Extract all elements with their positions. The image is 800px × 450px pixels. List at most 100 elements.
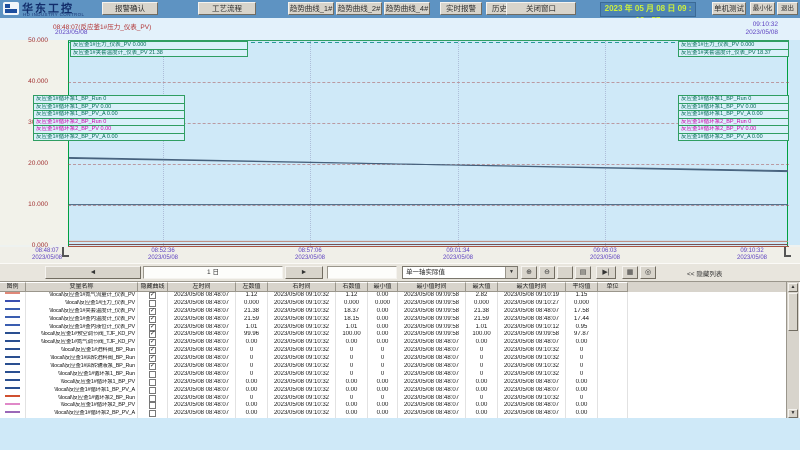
- cell-rv: 0.000: [336, 300, 368, 308]
- hide-curve-checkbox[interactable]: ✓: [149, 324, 156, 331]
- alarm-ack-button[interactable]: 报警确认: [102, 2, 158, 15]
- right-cursor-date: 2023/05/08: [745, 29, 778, 36]
- cell-mint: 2023/05/08 09:09:58: [398, 292, 466, 300]
- settings-button[interactable]: ◎: [640, 266, 656, 279]
- column-header[interactable]: 平均值: [566, 282, 598, 292]
- curve-color-swatch: [5, 371, 20, 373]
- table-row[interactable]: \\local\反应釜1#回转辅液泵_BP_Run✓2023/05/08 08:…: [0, 363, 786, 371]
- cell-mint: 2023/05/08 08:48:07: [398, 371, 466, 379]
- hide-curve-checkbox[interactable]: ✓: [149, 316, 156, 323]
- secondary-track[interactable]: [327, 266, 397, 279]
- print-button[interactable]: ▤: [575, 266, 591, 279]
- hide-curve-checkbox[interactable]: ✓: [149, 363, 156, 370]
- scrollbar-thumb[interactable]: [788, 293, 798, 331]
- variable-name-cell: \\local\反应釜1#回转辅液泵_BP_Run: [26, 363, 138, 371]
- cell-rt: 2023/05/08 09:10:32: [268, 379, 336, 387]
- table-row[interactable]: \\local\反应釜1#釜内液位计_仪表_PV✓2023/05/08 08:4…: [0, 324, 786, 332]
- column-header[interactable]: 左时间: [168, 282, 236, 292]
- hide-curve-checkbox[interactable]: [149, 300, 156, 307]
- hide-curve-checkbox[interactable]: [149, 387, 156, 394]
- hide-curve-checkbox[interactable]: [149, 410, 156, 417]
- standalone-test-button[interactable]: 单机测试: [712, 2, 746, 15]
- table-row[interactable]: \\local\反应釜1#循环泵2_BP_PV2023/05/08 08:48:…: [0, 402, 786, 410]
- column-header[interactable]: 图例: [0, 282, 26, 292]
- x-tick-date: 2023/05/08: [135, 255, 191, 262]
- table-row[interactable]: \\local\反应釜1#进料阀_BP_Run✓2023/05/08 08:48…: [0, 347, 786, 355]
- table-row[interactable]: \\local\反应釜1#氮气调节阀_TJF_KD_PV✓2023/05/08 …: [0, 339, 786, 347]
- hide-curve-cell: ✓: [138, 339, 168, 347]
- zoom-reset-button[interactable]: [557, 266, 573, 279]
- chevron-down-icon[interactable]: ▼: [505, 267, 517, 278]
- zoom-in-button[interactable]: ⊕: [521, 266, 537, 279]
- scroll-up-icon[interactable]: ▲: [788, 283, 798, 292]
- hide-curve-checkbox[interactable]: [149, 402, 156, 409]
- cell-min: 0.00: [368, 292, 398, 300]
- column-header[interactable]: 最小值时间: [398, 282, 466, 292]
- table-row[interactable]: \\local\反应釜1#预空调节阀_TJF_KD_PV✓2023/05/08 …: [0, 331, 786, 339]
- table-row[interactable]: \\local\反应釜1#压力_仪表_PV2023/05/08 08:48:07…: [0, 300, 786, 308]
- table-body: \\local\反应釜1#氮气流量计_仪表_PV✓2023/05/08 08:4…: [0, 292, 786, 418]
- cell-mint: 2023/05/08 09:09:58: [398, 316, 466, 324]
- hide-list-toggle[interactable]: << 隐藏列表: [687, 268, 722, 278]
- play-button[interactable]: ▶|: [596, 266, 616, 279]
- cell-min: 0.00: [368, 316, 398, 324]
- table-row[interactable]: \\local\反应釜1#循环泵1_BP_PV2023/05/08 08:48:…: [0, 379, 786, 387]
- column-header[interactable]: 单位: [598, 282, 628, 292]
- cell-lt: 2023/05/08 08:48:07: [168, 331, 236, 339]
- trend-curve-1-button[interactable]: 趋势曲线_1#: [288, 2, 334, 15]
- scroll-right-button[interactable]: ►: [285, 266, 323, 279]
- x-tick-time: 09:06:03: [577, 248, 633, 255]
- hide-curve-cell: ✓: [138, 324, 168, 332]
- minimize-button[interactable]: 最小化: [750, 2, 775, 15]
- legend-swatch-cell: [0, 387, 26, 395]
- hide-curve-checkbox[interactable]: [149, 395, 156, 402]
- cell-maxt: 2023/05/08 09:10:32: [498, 371, 566, 379]
- table-row[interactable]: \\local\反应釜1#循环泵2_BP_Run2023/05/08 08:48…: [0, 395, 786, 403]
- x-axis-tick-label: 09:10:322023/05/08: [724, 248, 780, 262]
- column-header[interactable]: 变量名称: [26, 282, 138, 292]
- curve-color-swatch: [5, 332, 20, 334]
- axis-mode-dropdown[interactable]: 单一轴实际值 ▼: [402, 266, 518, 279]
- cell-min: 0: [368, 395, 398, 403]
- time-span-scrollbar[interactable]: 1 日: [143, 266, 283, 279]
- table-row[interactable]: \\local\反应釜1#循环泵1_BP_Run2023/05/08 08:48…: [0, 371, 786, 379]
- table-vertical-scrollbar[interactable]: ▲ ▼: [786, 282, 799, 419]
- column-header[interactable]: 最大值: [466, 282, 498, 292]
- scroll-left-button[interactable]: ◄: [45, 266, 141, 279]
- column-header[interactable]: 左数值: [236, 282, 268, 292]
- column-header[interactable]: 最大值时间: [498, 282, 566, 292]
- table-row[interactable]: \\local\反应釜1#夹套温度计_仪表_PV✓2023/05/08 08:4…: [0, 308, 786, 316]
- column-header[interactable]: 最小值: [368, 282, 398, 292]
- hide-curve-checkbox[interactable]: ✓: [149, 347, 156, 354]
- legend-swatch-cell: [0, 316, 26, 324]
- hide-curve-checkbox[interactable]: ✓: [149, 331, 156, 338]
- table-row[interactable]: \\local\反应釜1#回转进料阀_BP_Run✓2023/05/08 08:…: [0, 355, 786, 363]
- zoom-out-button[interactable]: ⊖: [539, 266, 555, 279]
- exit-button[interactable]: 退出: [777, 2, 798, 15]
- cell-mint: 2023/05/08 08:48:07: [398, 395, 466, 403]
- right-cursor-handle[interactable]: [784, 247, 791, 257]
- x-axis-tick-label: 08:48:072023/05/08: [19, 248, 75, 262]
- trend-curve-4-button[interactable]: 趋势曲线_4#: [384, 2, 430, 15]
- trend-plot[interactable]: [68, 40, 789, 247]
- process-flow-button[interactable]: 工艺流程: [198, 2, 256, 15]
- column-header[interactable]: 隐藏曲线: [138, 282, 168, 292]
- hide-curve-cell: [138, 387, 168, 395]
- column-header[interactable]: 右时间: [268, 282, 336, 292]
- column-header[interactable]: 右数值: [336, 282, 368, 292]
- close-window-button[interactable]: 关闭窗口: [506, 2, 576, 15]
- table-row[interactable]: \\local\反应釜1#釜内温度计_仪表_PV✓2023/05/08 08:4…: [0, 316, 786, 324]
- trend-curve-2-button[interactable]: 趋势曲线_2#: [336, 2, 382, 15]
- hide-curve-checkbox[interactable]: ✓: [149, 308, 156, 315]
- table-row[interactable]: \\local\反应釜1#氮气流量计_仪表_PV✓2023/05/08 08:4…: [0, 292, 786, 300]
- table-row[interactable]: \\local\反应釜1#循环泵1_BP_PV_A2023/05/08 08:4…: [0, 387, 786, 395]
- hide-curve-checkbox[interactable]: [149, 379, 156, 386]
- hide-curve-checkbox[interactable]: ✓: [149, 339, 156, 346]
- hide-curve-checkbox[interactable]: ✓: [149, 355, 156, 362]
- scroll-down-icon[interactable]: ▼: [788, 409, 798, 418]
- hide-curve-checkbox[interactable]: ✓: [149, 292, 156, 299]
- hide-curve-checkbox[interactable]: [149, 371, 156, 378]
- trend-history-window: 华东工控 HD INDUSTRY CONTROL 报警确认 工艺流程 趋势曲线_…: [0, 0, 800, 450]
- realtime-alarm-button[interactable]: 实时报警: [440, 2, 482, 15]
- grid-view-button[interactable]: ▦: [622, 266, 638, 279]
